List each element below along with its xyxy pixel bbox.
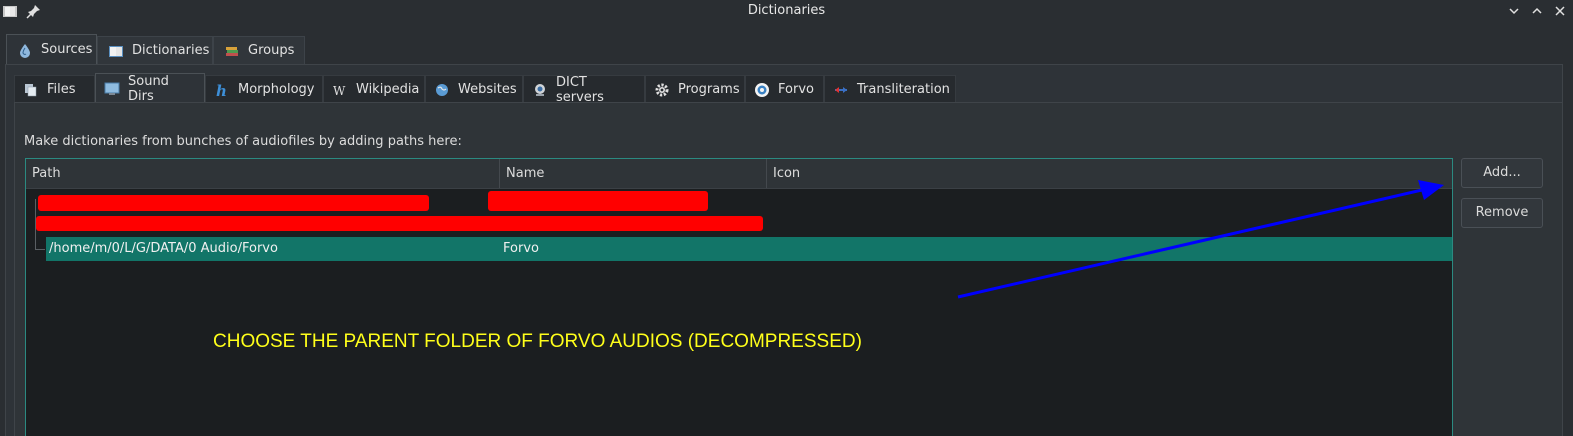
- column-header-path[interactable]: Path: [26, 159, 500, 188]
- redacted-path: [36, 216, 763, 231]
- tab-dictionaries-label: Dictionaries: [132, 43, 210, 58]
- arrows-icon: [833, 82, 849, 98]
- book-icon: [108, 43, 124, 59]
- tab-files-label: Files: [47, 82, 76, 97]
- cell-path: /home/m/0/L/G/DATA/0 Audio/Forvo: [49, 241, 278, 256]
- tab-sound-dirs-label: Sound Dirs: [128, 73, 169, 104]
- tab-sound-dirs[interactable]: Sound Dirs: [95, 73, 205, 104]
- gear-icon: [654, 82, 670, 98]
- svg-text:W: W: [333, 84, 346, 98]
- maximize-icon[interactable]: [1528, 2, 1546, 20]
- table-row-selected[interactable]: /home/m/0/L/G/DATA/0 Audio/Forvo Forvo: [46, 237, 1452, 261]
- tab-forvo-label: Forvo: [778, 82, 814, 97]
- tab-wikipedia-label: Wikipedia: [356, 82, 420, 97]
- table-row[interactable]: [26, 190, 1452, 214]
- sound-dirs-description: Make dictionaries from bunches of audiof…: [24, 134, 462, 149]
- tree-guide-line: [35, 249, 45, 250]
- tab-forvo[interactable]: Forvo: [745, 75, 824, 103]
- tab-groups-label: Groups: [248, 43, 295, 58]
- globe-icon: [434, 82, 450, 98]
- tab-dictionaries[interactable]: Dictionaries: [97, 36, 213, 64]
- column-header-name[interactable]: Name: [500, 159, 767, 188]
- water-drop-icon: [17, 42, 33, 58]
- cell-name: Forvo: [503, 241, 539, 256]
- tab-dict-servers-label: DICT servers: [556, 74, 604, 105]
- add-button[interactable]: Add...: [1461, 158, 1543, 188]
- forvo-icon: [754, 82, 770, 98]
- tab-morphology[interactable]: h Morphology: [205, 75, 323, 103]
- sound-dirs-table[interactable]: Path Name Icon /home/m/0/L/G/DATA/0 Audi…: [25, 158, 1453, 436]
- tab-websites[interactable]: Websites: [425, 75, 523, 103]
- tab-sources-label: Sources: [41, 42, 93, 57]
- tab-dict-servers[interactable]: DICT servers: [523, 74, 645, 105]
- redacted-path: [38, 195, 429, 211]
- tab-transliteration[interactable]: Transliteration: [824, 75, 956, 103]
- svg-text:h: h: [216, 82, 227, 98]
- tab-sources[interactable]: Sources: [6, 34, 97, 64]
- tab-groups[interactable]: Groups: [213, 36, 305, 64]
- files-icon: [23, 82, 39, 98]
- tab-websites-label: Websites: [458, 82, 517, 97]
- close-icon[interactable]: [1551, 2, 1569, 20]
- monitor-folder-icon: [104, 81, 120, 97]
- tab-morphology-label: Morphology: [238, 82, 315, 97]
- window-title: Dictionaries: [747, 3, 826, 18]
- server-icon: [532, 82, 548, 98]
- table-row[interactable]: [26, 214, 1452, 236]
- hunspell-h-icon: h: [214, 82, 230, 100]
- tab-files[interactable]: Files: [14, 75, 95, 103]
- wikipedia-w-icon: W: [332, 82, 348, 98]
- window-titlebar: Dictionaries: [0, 0, 1573, 22]
- tab-wikipedia[interactable]: W Wikipedia: [323, 75, 425, 103]
- tab-programs[interactable]: Programs: [645, 75, 745, 103]
- column-header-icon[interactable]: Icon: [767, 159, 1454, 188]
- remove-button[interactable]: Remove: [1461, 198, 1543, 228]
- tab-transliteration-label: Transliteration: [857, 82, 950, 97]
- minimize-icon[interactable]: [1505, 2, 1523, 20]
- annotation-text: CHOOSE THE PARENT FOLDER OF FORVO AUDIOS…: [213, 331, 862, 352]
- redacted-name: [488, 191, 708, 211]
- tab-programs-label: Programs: [678, 82, 740, 97]
- table-header: Path Name Icon: [26, 159, 1452, 189]
- books-stack-icon: [224, 43, 240, 59]
